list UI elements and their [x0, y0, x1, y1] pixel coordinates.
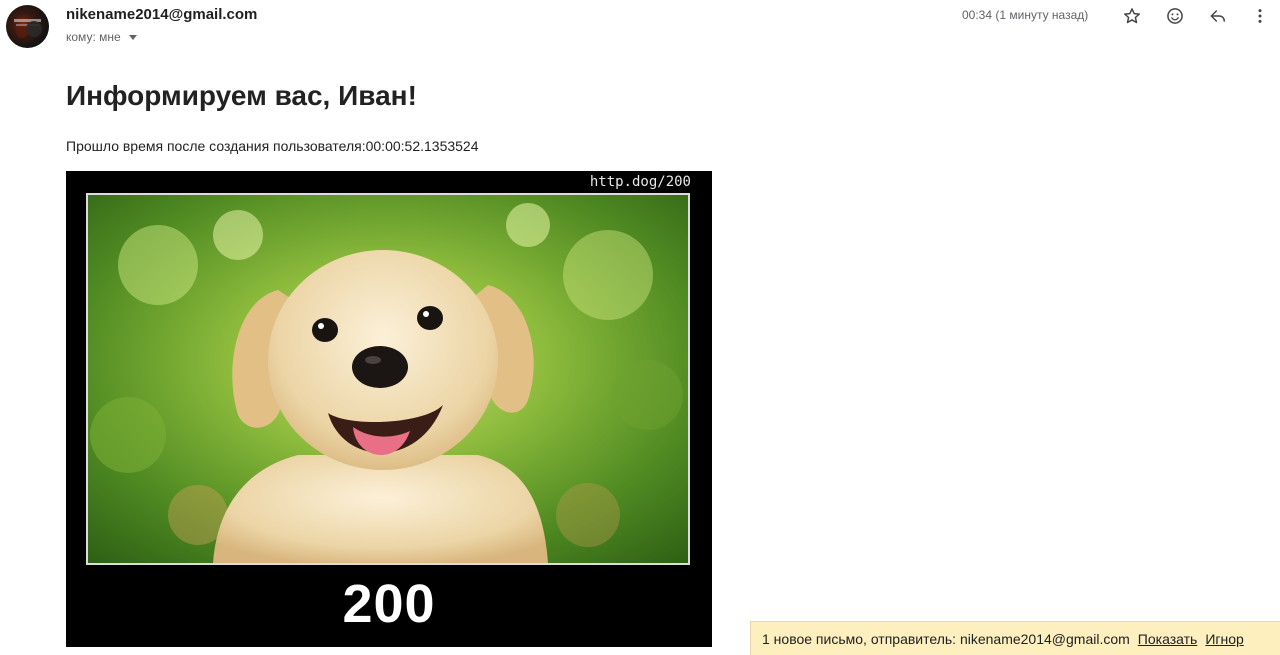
status-code-text: 200 [342, 574, 436, 634]
sender-avatar[interactable] [6, 5, 49, 48]
recipient-label: кому: мне [66, 30, 121, 44]
reply-icon[interactable] [1206, 4, 1230, 28]
email-body-text: Прошло время после создания пользователя… [66, 138, 479, 154]
email-title: Информируем вас, Иван! [66, 80, 417, 111]
dog-photo [86, 193, 690, 565]
show-link[interactable]: Показать [1138, 631, 1198, 647]
email-header: nikename2014@gmail.com кому: мне 00:34 (… [0, 0, 1280, 52]
star-icon[interactable] [1120, 4, 1144, 28]
email-timestamp: 00:34 (1 минуту назад) [962, 8, 1089, 22]
chevron-down-icon[interactable] [128, 34, 137, 40]
sender-email[interactable]: nikename2014@gmail.com [66, 6, 257, 23]
image-url-text: http.dog/200 [589, 174, 691, 190]
new-mail-notification: 1 новое письмо, отправитель: nikename201… [750, 621, 1280, 655]
more-icon[interactable] [1248, 4, 1272, 28]
emoji-icon[interactable] [1163, 4, 1187, 28]
recipient-dropdown[interactable]: кому: мне [66, 30, 137, 44]
http-dog-image: http.dog/200 200 [66, 171, 712, 647]
ignore-link[interactable]: Игнор [1205, 631, 1243, 647]
notification-text: 1 новое письмо, отправитель: nikename201… [762, 630, 1130, 647]
